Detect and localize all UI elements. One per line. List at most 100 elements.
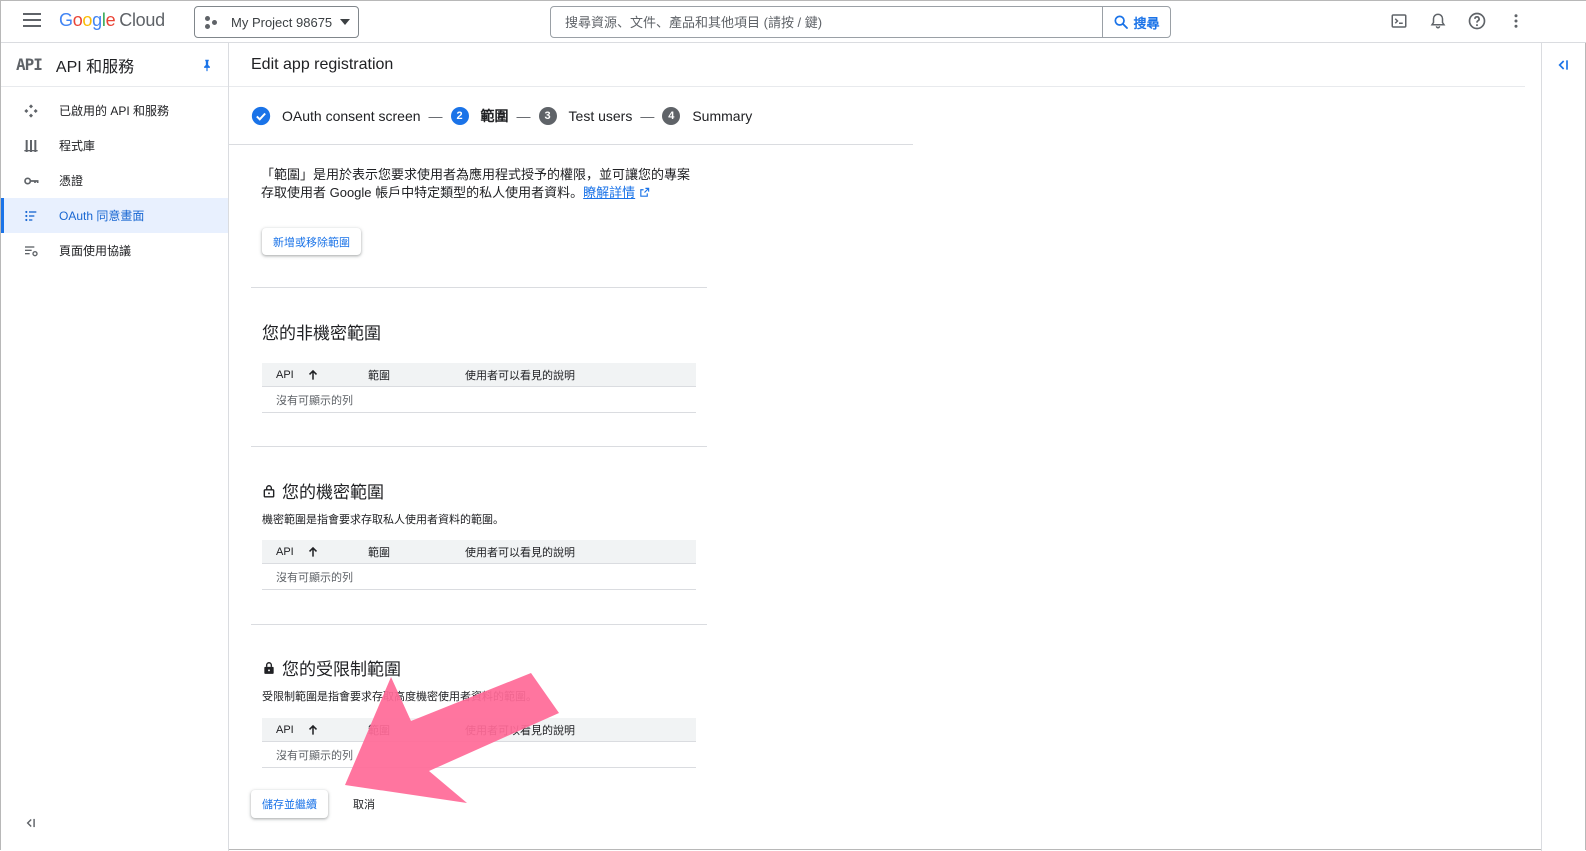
search-input[interactable]: [551, 14, 1102, 30]
top-icons: [1388, 10, 1527, 32]
save-and-continue-button[interactable]: 儲存並繼續: [251, 790, 328, 818]
sidebar-item-page-usage[interactable]: 頁面使用協議: [1, 233, 228, 268]
column-label: API: [276, 723, 294, 736]
expand-panel-icon[interactable]: [1555, 57, 1571, 78]
section-title: 您的機密範圍: [262, 478, 384, 503]
search-icon: [1114, 15, 1129, 29]
sidebar-item-oauth-consent[interactable]: OAuth 同意畫面: [1, 198, 228, 233]
table-header: API 範圍 使用者可以看見的說明: [262, 363, 696, 387]
sidebar-item-label: 已啟用的 API 和服務: [59, 104, 170, 118]
stepper-divider: [229, 144, 913, 145]
column-scope[interactable]: 範圍: [354, 367, 451, 383]
sensitive-scopes-desc: 機密範圍是指會要求存取私人使用者資料的範圍。: [262, 514, 504, 526]
step-number: 3: [538, 107, 557, 125]
check-circle-icon: [251, 106, 271, 126]
column-api[interactable]: API: [262, 545, 354, 559]
column-label: API: [276, 545, 294, 558]
lock-open-icon: [263, 484, 275, 498]
empty-row: 沒有可顯示的列: [262, 387, 696, 413]
add-remove-scopes-button[interactable]: 新增或移除範圍: [262, 228, 361, 255]
table-header: API 範圍 使用者可以看見的說明: [262, 540, 696, 564]
non-sensitive-scopes-title: 您的非機密範圍: [262, 324, 381, 343]
search-button[interactable]: 搜尋: [1102, 7, 1170, 37]
sidebar-item-credentials[interactable]: 憑證: [1, 163, 228, 198]
help-icon[interactable]: [1466, 10, 1488, 32]
sidebar-nav: 已啟用的 API 和服務 程式庫 憑證 OAuth 同意畫面 頁面使用協議: [1, 87, 228, 268]
step-separator: —: [516, 108, 531, 124]
project-picker[interactable]: My Project 98675: [194, 6, 359, 38]
settings-list-icon: [25, 246, 38, 257]
arrow-up-icon: [308, 724, 317, 735]
open-in-new-icon: [640, 187, 649, 197]
pin-icon[interactable]: [200, 57, 214, 78]
google-cloud-logo[interactable]: Google Cloud: [59, 10, 165, 31]
section-title: 您的非機密範圍: [262, 319, 381, 344]
project-name: My Project 98675: [231, 14, 333, 30]
sensitive-scopes-title: 您的機密範圍: [282, 483, 384, 502]
stepper: OAuth consent screen — 2 範圍 — 3 Test use…: [251, 105, 752, 127]
non-sensitive-scopes-table: API 範圍 使用者可以看見的說明 沒有可顯示的列: [262, 363, 696, 413]
consent-icon: [25, 210, 37, 222]
section-divider: [251, 287, 707, 288]
sidebar-title: API 和服務: [55, 58, 135, 76]
lock-icon: [264, 661, 274, 674]
section-divider: [251, 624, 707, 625]
table-header: API 範圍 使用者可以看見的說明: [262, 718, 696, 742]
sidebar-item-label: 頁面使用協議: [59, 244, 132, 258]
cancel-button[interactable]: 取消: [345, 790, 383, 818]
api-badge: API: [16, 55, 43, 74]
section-divider: [251, 446, 707, 447]
more-vert-icon[interactable]: [1505, 10, 1527, 32]
window-frame: Google Cloud My Project 98675 搜尋資源、文件、產品…: [0, 0, 1586, 851]
arrow-up-icon: [308, 546, 317, 557]
column-description[interactable]: 使用者可以看見的說明: [451, 544, 696, 560]
column-label: API: [276, 368, 294, 381]
restricted-scopes-desc: 受限制範圍是指會要求存取高度機密使用者資料的範圍。: [262, 691, 537, 703]
project-icon: [205, 15, 221, 29]
main-content: Edit app registration OAuth consent scre…: [229, 43, 1525, 851]
column-description[interactable]: 使用者可以看見的說明: [451, 722, 696, 738]
intro-text: 「範圍」是用於表示您要求使用者為應用程式授予的權限，並可讓您的專案存取使用者 G…: [261, 166, 701, 202]
sidebar-item-label: OAuth 同意畫面: [59, 209, 145, 223]
sidebar: API API 和服務 已啟用的 API 和服務 程式庫 憑證 OAuth 同意…: [1, 43, 229, 851]
step-test-users: Test users: [568, 108, 633, 124]
arrow-up-icon: [308, 369, 317, 380]
empty-row: 沒有可顯示的列: [262, 742, 696, 768]
empty-row: 沒有可顯示的列: [262, 564, 696, 590]
step-scopes: 範圍: [480, 108, 509, 124]
step-oauth-consent: OAuth consent screen: [282, 108, 421, 124]
search-button-label: 搜尋: [1133, 15, 1160, 31]
key-icon: [24, 177, 39, 185]
step-number: 4: [662, 107, 681, 125]
step-summary: Summary: [692, 108, 753, 124]
search-bar: 搜尋: [550, 6, 1171, 38]
collapse-sidebar-icon[interactable]: [23, 816, 37, 833]
sidebar-item-library[interactable]: 程式庫: [1, 128, 228, 163]
section-title: 您的受限制範圍: [262, 655, 401, 680]
top-bar: Google Cloud My Project 98675 搜尋: [1, 1, 1586, 43]
column-description[interactable]: 使用者可以看見的說明: [451, 367, 696, 383]
step-separator: —: [640, 108, 655, 124]
library-icon: [24, 140, 38, 152]
right-rail: [1541, 43, 1585, 851]
column-scope[interactable]: 範圍: [354, 544, 451, 560]
sensitive-scopes-table: API 範圍 使用者可以看見的說明 沒有可顯示的列: [262, 540, 696, 590]
menu-icon[interactable]: [23, 13, 41, 27]
learn-more-link[interactable]: 瞭解詳情: [583, 185, 635, 200]
column-api[interactable]: API: [262, 368, 354, 382]
sidebar-item-enabled-apis[interactable]: 已啟用的 API 和服務: [1, 93, 228, 128]
bell-icon[interactable]: [1427, 10, 1449, 32]
api-icon: [24, 104, 38, 118]
sidebar-header: API API 和服務: [1, 43, 228, 87]
page-title: Edit app registration: [229, 43, 1525, 87]
terminal-icon[interactable]: [1388, 10, 1410, 32]
sidebar-item-label: 程式庫: [59, 139, 96, 153]
column-api[interactable]: API: [262, 723, 354, 737]
sidebar-item-label: 憑證: [59, 174, 84, 188]
step-number: 2: [450, 107, 469, 125]
column-scope[interactable]: 範圍: [354, 722, 451, 738]
step-separator: —: [428, 108, 443, 124]
chevron-down-icon: [340, 19, 351, 25]
restricted-scopes-table: API 範圍 使用者可以看見的說明 沒有可顯示的列: [262, 718, 696, 768]
restricted-scopes-title: 您的受限制範圍: [282, 660, 401, 679]
